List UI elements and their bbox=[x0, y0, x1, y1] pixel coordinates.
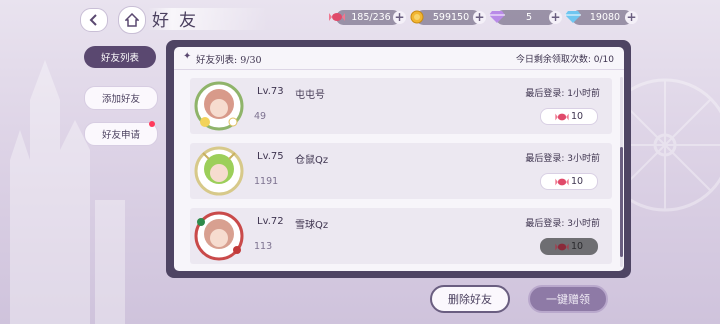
friend-id: 49 bbox=[254, 111, 267, 122]
claim-all-button[interactable]: 一键赠领 bbox=[528, 285, 608, 313]
candy-add-button[interactable]: + bbox=[393, 11, 406, 24]
friend-count: 好友列表: 9/30 bbox=[196, 55, 262, 66]
candy-icon bbox=[555, 243, 569, 250]
tab-add-friend[interactable]: 添加好友 bbox=[84, 86, 158, 110]
friend-level: Lv.72 bbox=[257, 216, 284, 227]
delete-friend-button[interactable]: 删除好友 bbox=[430, 285, 510, 313]
resource-gold: 599150 + bbox=[410, 10, 486, 25]
gift-amount: 10 bbox=[570, 111, 584, 122]
tab-friend-requests[interactable]: 好友申请 bbox=[84, 121, 158, 146]
purple-diamond-add-button[interactable]: + bbox=[549, 11, 562, 24]
blue-diamond-add-button[interactable]: + bbox=[625, 11, 638, 24]
castle-silhouette bbox=[10, 60, 125, 324]
friend-name: 屯屯号 bbox=[295, 90, 325, 101]
candy-icon bbox=[555, 113, 569, 120]
gold-coin-icon bbox=[408, 8, 426, 26]
resource-candy: 185/236 + bbox=[329, 10, 406, 25]
sparkle-icon: ✦ bbox=[183, 51, 192, 62]
avatar-frame-icon bbox=[194, 211, 244, 261]
gold-add-button[interactable]: + bbox=[473, 11, 486, 24]
avatar-frame-icon bbox=[194, 81, 244, 131]
candy-icon bbox=[555, 178, 569, 185]
back-button[interactable] bbox=[80, 8, 108, 32]
tab-friend-requests-label: 好友申请 bbox=[101, 130, 140, 141]
friend-id: 113 bbox=[254, 241, 273, 252]
friend-card[interactable]: Lv.73 屯屯号 最后登录: 1小时前 49 10 bbox=[190, 78, 612, 134]
friend-name: 雪球Qz bbox=[295, 220, 329, 231]
gift-button[interactable]: 10 bbox=[540, 173, 598, 190]
gift-button-claimed[interactable]: 10 bbox=[540, 238, 598, 255]
tab-friend-list[interactable]: 好友列表 bbox=[84, 46, 156, 68]
chevron-left-icon bbox=[89, 14, 97, 26]
panel-header: ✦ 好友列表: 9/30 今日剩余领取次数: 0/10 bbox=[174, 47, 624, 70]
avatar-frame-icon bbox=[194, 146, 244, 196]
friend-card[interactable]: Lv.72 雪球Qz 最后登录: 3小时前 113 10 bbox=[190, 208, 612, 264]
gift-button[interactable]: 10 bbox=[540, 108, 598, 125]
tab-add-friend-label: 添加好友 bbox=[101, 94, 140, 105]
friend-list-inner: ✦ 好友列表: 9/30 今日剩余领取次数: 0/10 Lv.73 屯屯号 最后… bbox=[174, 47, 624, 271]
friend-level: Lv.75 bbox=[257, 151, 284, 162]
page-title: 好友 bbox=[152, 11, 206, 31]
notification-dot bbox=[149, 121, 155, 127]
candy-icon bbox=[328, 8, 346, 26]
home-icon bbox=[125, 13, 139, 27]
remaining-claims: 今日剩余领取次数: 0/10 bbox=[515, 55, 614, 65]
scrollbar-thumb[interactable] bbox=[620, 147, 623, 257]
friend-level: Lv.73 bbox=[257, 86, 284, 97]
friend-card[interactable]: Lv.75 仓鼠Qz 最后登录: 3小时前 1191 10 bbox=[190, 143, 612, 199]
tab-friend-list-label: 好友列表 bbox=[100, 53, 139, 64]
gift-amount: 10 bbox=[570, 176, 584, 187]
friend-last-login: 最后登录: 3小时前 bbox=[525, 154, 600, 164]
friend-id: 1191 bbox=[254, 176, 279, 187]
resource-purple-diamond: 5 + bbox=[489, 10, 562, 25]
blue-diamond-icon bbox=[564, 8, 582, 26]
claim-all-label: 一键赠领 bbox=[546, 293, 590, 306]
resource-blue-diamond: 19080 + bbox=[565, 10, 638, 25]
friend-last-login: 最后登录: 1小时前 bbox=[525, 89, 600, 99]
friend-last-login: 最后登录: 3小时前 bbox=[525, 219, 600, 229]
friend-list-panel: ✦ 好友列表: 9/30 今日剩余领取次数: 0/10 Lv.73 屯屯号 最后… bbox=[166, 40, 631, 278]
home-button[interactable] bbox=[118, 6, 146, 34]
purple-diamond-icon bbox=[488, 8, 506, 26]
gift-amount: 10 bbox=[570, 241, 584, 252]
friend-name: 仓鼠Qz bbox=[295, 155, 329, 166]
delete-friend-label: 删除好友 bbox=[448, 293, 492, 306]
